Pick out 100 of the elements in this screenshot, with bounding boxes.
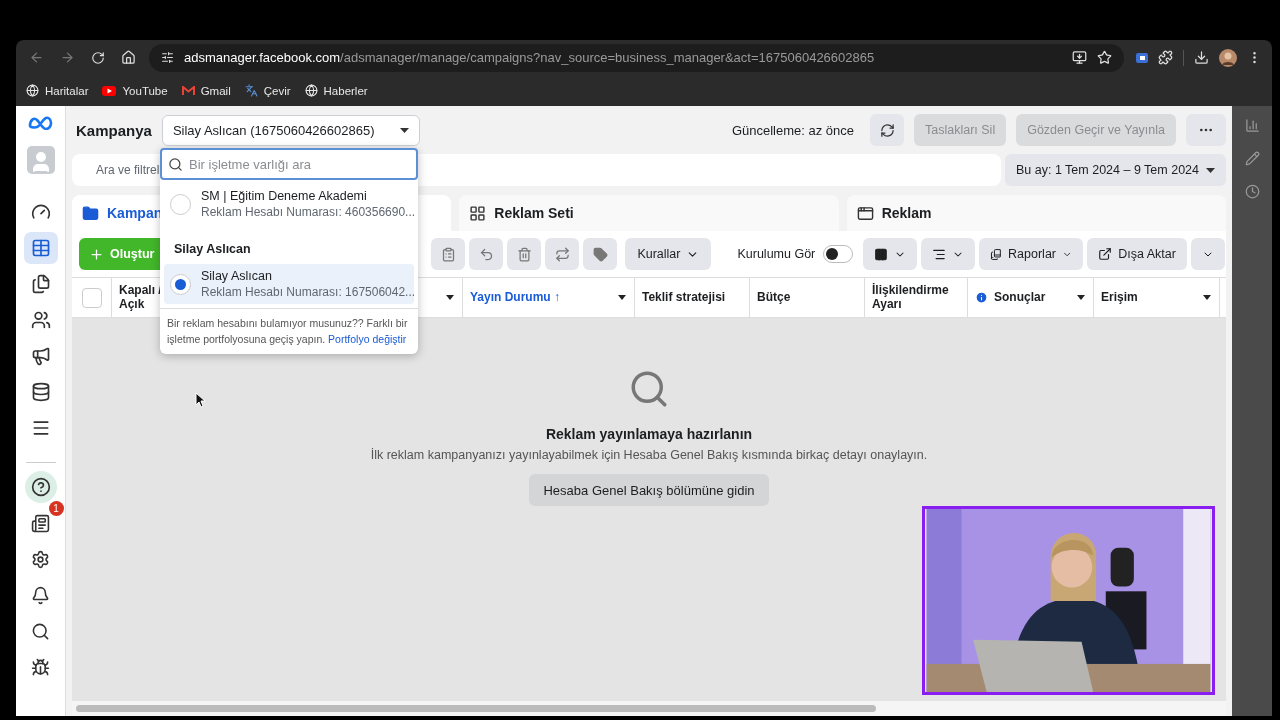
refresh-icon: [879, 122, 895, 138]
globe-icon: [304, 84, 318, 97]
grid-icon: [469, 204, 487, 222]
account-overview-button[interactable]: Hesaba Genel Bakış bölümüne gidin: [529, 474, 769, 506]
account-number: Reklam Hesabı Numarası: 167506042...: [201, 285, 416, 299]
stack-icon: [30, 382, 51, 402]
plus-icon: [89, 246, 104, 262]
setup-toggle[interactable]: [823, 245, 854, 263]
extension-icon[interactable]: [1134, 51, 1148, 64]
export-icon: [1098, 247, 1113, 261]
mail-icon: [181, 85, 195, 96]
clipboard-icon: [440, 246, 456, 262]
cursor-icon: [195, 392, 207, 408]
help-text: Bir reklam hesabını bulamıyor musunuz?? Farklı bir işletme portfolyosuna geçiş yapın. Portfolyo değiştir: [160, 308, 418, 348]
updated-text: Güncelleme: az önce: [731, 122, 854, 138]
clipboard-button[interactable]: [431, 238, 466, 270]
column-header[interactable]: Bütçe: [750, 278, 865, 317]
column-header[interactable]: İlişkilendirme Ayarı: [865, 278, 968, 317]
date-range-button[interactable]: Bu ay: 1 Tem 2024 – 9 Tem 2024: [1005, 154, 1226, 186]
help-button[interactable]: [24, 471, 57, 503]
home-icon[interactable]: [121, 50, 136, 65]
info-icon[interactable]: [975, 291, 988, 304]
window-icon: [856, 204, 874, 222]
chart-icon[interactable]: [1244, 118, 1260, 133]
puzzle-icon[interactable]: [1158, 50, 1173, 65]
account-name: Silay Aslıcan: [201, 269, 273, 283]
page-title: Kampanya: [76, 121, 152, 139]
account-option[interactable]: SM | Eğitim Deneme Akademi Reklam Hesabı Numarası: 460356690...: [164, 184, 414, 224]
table-icon: [30, 238, 51, 258]
help-icon: [30, 477, 51, 497]
scrollbar[interactable]: [76, 705, 876, 712]
group-heading: Silay Aslıcan: [173, 241, 252, 258]
tab[interactable]: Reklam Seti: [459, 195, 839, 231]
megaphone-icon: [30, 346, 51, 366]
column-header[interactable]: Erişim: [1094, 278, 1220, 317]
undo-icon: [478, 246, 494, 262]
setup-label: Kurulumu Gör: [737, 247, 816, 261]
install-icon[interactable]: [1072, 50, 1087, 65]
column-header[interactable]: Yayın Durumu ↑: [463, 278, 635, 317]
pages-icon: [30, 274, 51, 294]
bookmark-link[interactable]: Haritalar: [26, 84, 89, 97]
search-icon: [31, 621, 50, 641]
refresh-button[interactable]: [870, 114, 904, 146]
profile-avatar[interactable]: [1219, 48, 1237, 67]
bookmark-link[interactable]: YouTube: [102, 84, 168, 97]
tag-button[interactable]: [583, 238, 618, 270]
clock-icon[interactable]: [1244, 184, 1260, 199]
search-icon: [168, 156, 183, 172]
logo-icon[interactable]: [27, 116, 54, 130]
caret-icon[interactable]: [1077, 295, 1085, 300]
people-icon: [30, 310, 51, 330]
empty-description: İlk reklam kampanyanızı yayınlayabilmek için Hesaba Genel Bakış kısmında birkaç detayı onaylayın.: [370, 448, 928, 462]
trash-icon: [516, 246, 532, 262]
bell-icon: [31, 585, 50, 605]
reload-icon[interactable]: [91, 50, 105, 65]
change-portfolio-link[interactable]: Portfolyo değiştir: [328, 332, 407, 345]
pencil-icon[interactable]: [1244, 151, 1260, 166]
caret-icon: [1206, 167, 1215, 173]
gauge-icon: [30, 202, 51, 222]
reports-button[interactable]: Raporlar: [979, 238, 1084, 270]
download-icon[interactable]: [1194, 50, 1209, 65]
rules-button[interactable]: Kurallar: [625, 238, 712, 270]
swap-button[interactable]: [545, 238, 580, 270]
account-option[interactable]: Silay Aslıcan Reklam Hesabı Numarası: 167506042...: [164, 264, 414, 304]
nav-item[interactable]: [23, 232, 58, 264]
star-icon[interactable]: [1097, 50, 1112, 65]
address-bar[interactable]: adsmanager.facebook.com/adsmanager/manage/campaigns?nav_source=business_manager&act=1675060426602865: [149, 43, 1124, 72]
column-header[interactable]: Sonuçlar: [968, 278, 1094, 317]
forward-icon[interactable]: [60, 50, 75, 65]
account-number: Reklam Hesabı Numarası: 460356690...: [201, 205, 416, 219]
empty-title: Reklam yayınlamaya hazırlanın: [545, 426, 753, 442]
radio-button[interactable]: [170, 193, 191, 215]
bookmark-link[interactable]: Haberler: [304, 84, 368, 97]
account-select[interactable]: Silay Aslıcan (1675060426602865): [161, 114, 420, 146]
reports-icon: [990, 246, 1003, 262]
caret-icon: [399, 127, 409, 133]
tag-icon: [592, 246, 608, 262]
notification-badge: 1: [48, 501, 64, 516]
folder-icon: [82, 204, 99, 222]
undo-button[interactable]: [469, 238, 504, 270]
swap-icon: [554, 246, 570, 262]
back-icon[interactable]: [29, 50, 44, 65]
caret-icon[interactable]: [1203, 295, 1211, 300]
bookmark-link[interactable]: Çevir: [244, 84, 291, 97]
caret-icon[interactable]: [446, 295, 454, 300]
settings-icon: [31, 549, 50, 569]
columns-button[interactable]: [863, 238, 918, 270]
site-settings-icon[interactable]: [161, 51, 174, 64]
tab[interactable]: Reklam: [846, 195, 1226, 231]
bookmark-link[interactable]: Gmail: [181, 84, 231, 97]
delete-button[interactable]: [507, 238, 542, 270]
account-name: SM | Eğitim Deneme Akademi: [201, 189, 368, 203]
export-button[interactable]: Dışa Aktar: [1087, 238, 1187, 270]
select-all-checkbox[interactable]: [81, 287, 102, 308]
play-icon: [102, 85, 117, 96]
url-text: adsmanager.facebook.com/adsmanager/manage/campaigns?nav_source=business_manager&act=1675060426602865: [184, 50, 876, 65]
caret-icon[interactable]: [618, 295, 626, 300]
radio-button[interactable]: [170, 273, 191, 295]
newspaper-icon: [31, 513, 50, 533]
column-header[interactable]: Teklif stratejisi: [635, 278, 750, 317]
